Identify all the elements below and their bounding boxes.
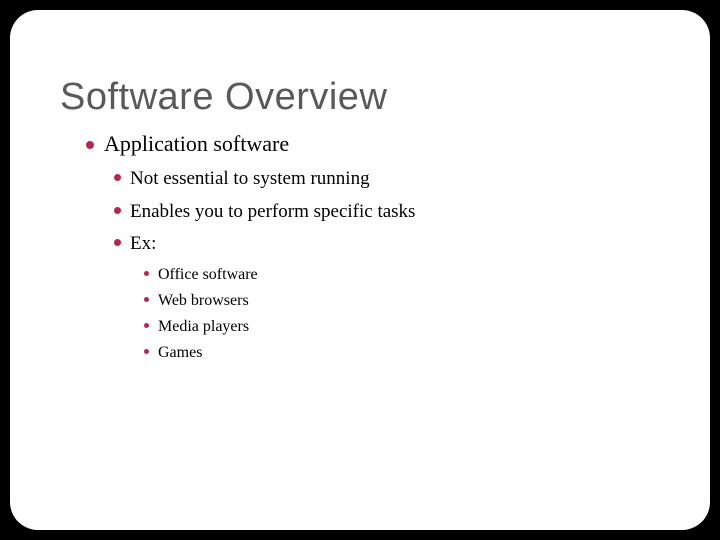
list-item: Games — [144, 341, 660, 364]
bullet-list-level-2: Not essential to system running Enables … — [114, 165, 660, 371]
bullet-icon — [114, 207, 121, 214]
list-item-label: Media players — [158, 315, 249, 338]
bullet-icon — [144, 297, 149, 302]
list-item: Web browsers — [144, 289, 660, 312]
list-item-label: Enables you to perform specific tasks — [130, 198, 415, 227]
bullet-icon — [114, 239, 121, 246]
list-item: Not essential to system running — [114, 165, 660, 194]
bullet-icon — [144, 271, 149, 276]
slide-title: Software Overview — [60, 76, 660, 119]
list-item-label: Ex: — [130, 230, 156, 259]
list-item-label: Web browsers — [158, 289, 249, 312]
list-item-label: Application software — [104, 131, 289, 157]
list-item: Ex: Office software Web browsers Med — [114, 230, 660, 367]
bullet-icon — [144, 349, 149, 354]
list-item-label: Office software — [158, 263, 258, 286]
list-item: Media players — [144, 315, 660, 338]
bullet-icon — [114, 174, 121, 181]
bullet-icon — [86, 141, 94, 149]
list-item: Application software Not essential to sy… — [86, 131, 660, 371]
list-item: Office software — [144, 263, 660, 286]
list-item: Enables you to perform specific tasks — [114, 198, 660, 227]
bullet-list-level-3: Office software Web browsers Media playe… — [144, 263, 660, 368]
bullet-icon — [144, 323, 149, 328]
slide-frame: Software Overview Application software N… — [10, 10, 710, 530]
list-item-label: Games — [158, 341, 202, 364]
list-item-label: Not essential to system running — [130, 165, 370, 194]
bullet-list-level-1: Application software Not essential to sy… — [86, 131, 660, 371]
